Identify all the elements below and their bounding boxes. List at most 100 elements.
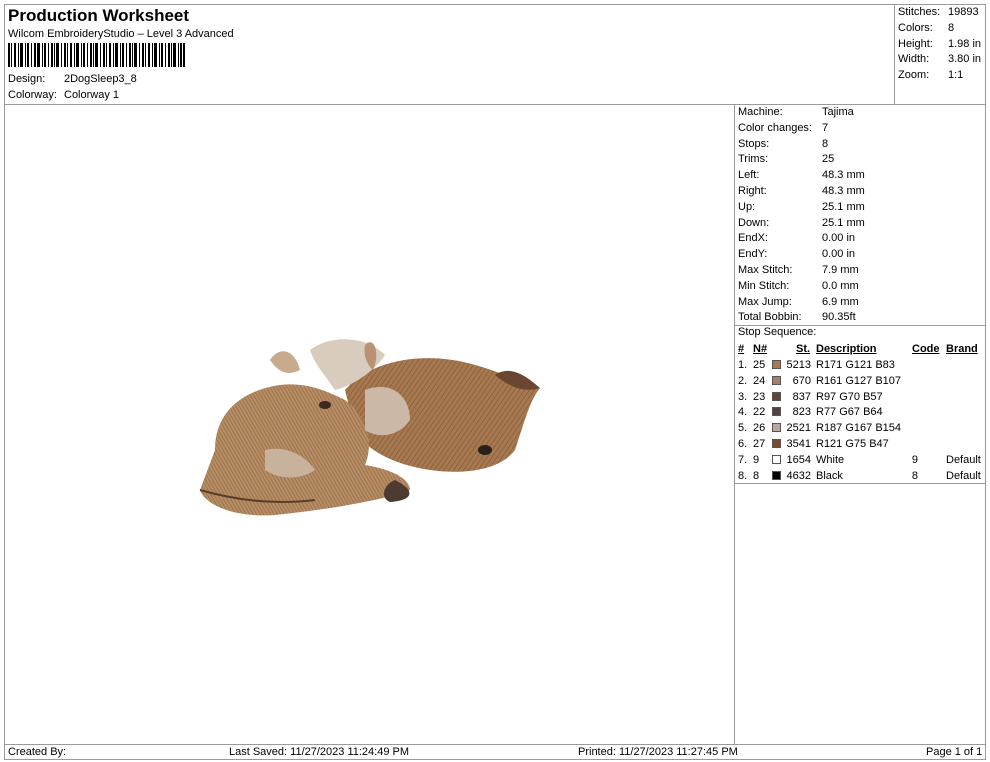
color-swatch [772, 470, 781, 480]
info-label: Trims: [738, 153, 769, 166]
info-label: Total Bobbin: [738, 311, 802, 324]
needle-number: 27 [753, 438, 766, 450]
embroidery-design-image [199, 339, 540, 516]
color-swatch [772, 375, 781, 385]
stitch-count: 2521 [786, 422, 811, 435]
info-value: 0.00 in [822, 248, 856, 261]
printed-date: Printed: 11/27/2023 11:27:45 PM [578, 746, 738, 758]
info-label: Max Jump: [738, 295, 792, 308]
color-description: R97 G70 B57 [816, 390, 883, 403]
page-number: Page 1 of 1 [926, 746, 983, 758]
footer-bar [4, 744, 986, 760]
created-by: Created By: [8, 746, 67, 758]
info-row: Stops: 8 [738, 138, 828, 153]
info-value: Tajima [822, 106, 854, 118]
design-label: Design: [8, 73, 46, 85]
stitch-count: 3541 [786, 438, 811, 450]
info-label: EndX: [738, 232, 768, 245]
info-value: 25.1 mm [822, 216, 865, 229]
info-value: 25.1 mm [822, 200, 865, 213]
thread-brand: Default [946, 453, 981, 466]
stop-sequence-row: 5. 26 2521 R187 G167 B154 [738, 422, 984, 437]
info-row: Color changes: 7 [738, 122, 828, 137]
info-row: Max Jump: 6.9 mm [738, 296, 859, 311]
stitch-count: 823 [792, 406, 811, 419]
color-swatch [772, 423, 781, 433]
info-value: 48.3 mm [822, 185, 865, 197]
info-value: 0.0 mm [822, 279, 859, 292]
color-description: R187 G167 B154 [816, 422, 902, 435]
software-name: Wilcom EmbroideryStudio – Level 3 Advanc… [8, 28, 234, 40]
stat-label: Colors: [898, 22, 933, 34]
info-value: 6.9 mm [822, 295, 859, 308]
row-number: 3. [738, 390, 748, 403]
row-number: 5. [738, 422, 748, 435]
stitch-count: 5213 [786, 359, 811, 371]
row-number: 4. [738, 406, 748, 419]
color-swatch [772, 439, 781, 448]
stitch-count: 1654 [786, 453, 811, 466]
color-description: White [816, 453, 845, 466]
color-swatch [772, 454, 781, 464]
stat-width: Width: 3.80 in [898, 53, 981, 65]
info-row: Trims: 25 [738, 153, 834, 168]
stitch-count: 837 [792, 390, 811, 403]
color-swatch [772, 360, 781, 369]
stat-label: Zoom: [898, 69, 930, 81]
info-value: 90.35ft [822, 311, 856, 324]
info-value: 25 [822, 153, 835, 166]
stop-sequence-title: Stop Sequence: [738, 326, 817, 338]
col-header-num: # [738, 343, 745, 355]
info-label: Up: [738, 200, 756, 213]
info-row: Right: 48.3 mm [738, 185, 865, 200]
needle-number: 23 [753, 390, 766, 403]
thread-code: 9 [911, 453, 918, 466]
stat-label: Stitches: [898, 6, 941, 18]
info-row: Left: 48.3 mm [738, 169, 865, 184]
stat-stitches: Stitches: 19893 [898, 6, 979, 18]
stop-sequence-row: 4. 22 823 R77 G67 B64 [738, 406, 984, 421]
last-saved: Last Saved: 11/27/2023 11:24:49 PM [229, 746, 410, 758]
stat-label: Height: [898, 38, 933, 50]
stitch-count: 4632 [786, 469, 811, 482]
info-label: Max Stitch: [738, 264, 793, 276]
barcode-icon [8, 43, 185, 67]
info-label: Color changes: [738, 121, 812, 134]
info-value: 7.9 mm [822, 264, 859, 276]
page-title: Production Worksheet [8, 6, 190, 25]
info-row: Max Stitch: 7.9 mm [738, 264, 859, 279]
col-header-n: N# [753, 343, 768, 355]
col-header-brand: Brand [946, 343, 978, 355]
info-row: Machine: Tajima [738, 106, 854, 121]
stitch-count: 670 [792, 374, 811, 387]
design-value: 2DogSleep3_8 [64, 73, 137, 85]
info-row: Down: 25.1 mm [738, 217, 865, 232]
info-value: 7 [822, 121, 829, 134]
color-swatch [772, 391, 781, 401]
stop-sequence-row: 6. 27 3541 R121 G75 B47 [738, 438, 984, 453]
needle-number: 22 [753, 406, 766, 419]
row-number: 6. [738, 438, 748, 450]
info-row: EndY: 0.00 in [738, 248, 855, 263]
color-swatch [772, 407, 781, 417]
stat-value: 1.98 in [948, 38, 982, 50]
thread-brand: Default [946, 469, 981, 482]
color-description: Black [816, 469, 843, 482]
color-description: R77 G67 B64 [816, 406, 883, 419]
stat-label: Width: [898, 53, 930, 65]
info-value: 48.3 mm [822, 169, 865, 182]
col-header-description: Description [816, 343, 877, 355]
stat-height: Height: 1.98 in [898, 38, 981, 50]
design-row: Design: 2DogSleep3_8 [8, 73, 137, 85]
row-number: 7. [738, 453, 748, 466]
stop-sequence-row: 7. 9 1654 White 9 Default [738, 454, 984, 469]
stat-value: 19893 [948, 6, 979, 18]
col-header-st: St. [796, 343, 811, 355]
info-row: Min Stitch: 0.0 mm [738, 280, 859, 295]
needle-number: 24 [753, 374, 766, 387]
color-description: R171 G121 B83 [816, 359, 895, 371]
stat-value: 8 [948, 22, 955, 34]
color-description: R121 G75 B47 [816, 438, 889, 450]
info-label: Right: [738, 185, 767, 197]
col-header-code: Code [912, 343, 940, 355]
